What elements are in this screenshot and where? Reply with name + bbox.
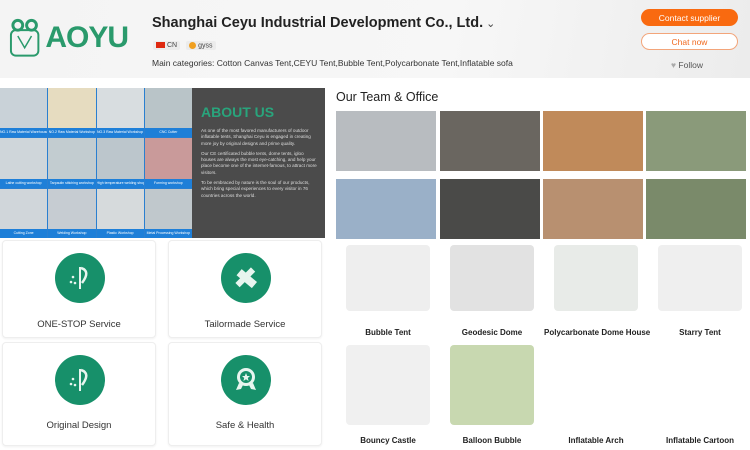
workshop-caption: NO.1 Raw Material Warehouse (0, 128, 48, 138)
service-card[interactable]: Original Design (2, 342, 156, 446)
product-label[interactable]: Polycarbonate Dome House (544, 328, 650, 337)
about-title: ABOUT US (201, 104, 275, 120)
product-label[interactable]: Bouncy Castle (336, 436, 440, 445)
team-photo[interactable] (336, 111, 436, 171)
workshop-caption: CNC Cutter (144, 128, 192, 138)
pen-nib-icon (55, 253, 105, 303)
workshop-photo: NO.2 Raw Material Workshop (48, 88, 96, 138)
product-image[interactable] (450, 345, 534, 425)
contact-supplier-button[interactable]: Contact supplier (641, 9, 738, 26)
team-office-title: Our Team & Office (336, 90, 439, 104)
heart-icon: ♥ (671, 60, 677, 70)
service-label: Tailormade Service (204, 319, 286, 330)
workshop-photo: Tarpaulin stitching workshop (48, 138, 96, 188)
years-badge-text: gyss (198, 42, 213, 50)
workshop-photo: NO.1 Raw Material Warehouse (0, 88, 48, 138)
workshop-caption: Plastic Workshop (96, 228, 144, 238)
workshop-photo: Metal Processing Workshop (144, 188, 192, 238)
workshop-caption: High temperature welding shop (96, 178, 144, 188)
product-image[interactable] (554, 345, 638, 425)
about-paragraph: To be embraced by nature is the soul of … (201, 180, 310, 198)
company-logo[interactable]: AOYU (8, 16, 129, 60)
product-item[interactable]: Inflatable Cartoon (648, 345, 750, 445)
workshop-photo: Cutting Zone (0, 188, 48, 238)
country-badge: CN (153, 41, 181, 51)
country-code: CN (167, 42, 178, 50)
workshop-caption: NO.2 Raw Material Workshop (48, 128, 96, 138)
service-card[interactable]: ONE-STOP Service (2, 240, 156, 338)
workshop-photo: Forming workshop (144, 138, 192, 188)
product-item[interactable]: Balloon Bubble (440, 345, 544, 445)
team-photo[interactable] (646, 179, 746, 239)
team-photo[interactable] (336, 179, 436, 239)
product-label[interactable]: Inflatable Cartoon (648, 436, 750, 445)
workshop-photo: NO.3 Raw Material Workshop (96, 88, 144, 138)
workshop-photo-grid: NO.1 Raw Material Warehouse NO.2 Raw Mate… (0, 88, 192, 238)
workshop-photo: CNC Cutter (144, 88, 192, 138)
product-label[interactable]: Geodesic Dome (440, 328, 544, 337)
store-header: AOYU Shanghai Ceyu Industrial Developmen… (0, 0, 750, 78)
product-item[interactable]: Bouncy Castle (336, 345, 440, 445)
product-label[interactable]: Inflatable Arch (544, 436, 648, 445)
team-photo[interactable] (440, 111, 540, 171)
product-item[interactable]: Inflatable Arch (544, 345, 648, 445)
product-label[interactable]: Bubble Tent (336, 328, 440, 337)
product-item[interactable]: Polycarbonate Dome House (544, 245, 650, 337)
workshop-caption: Welding Workshop (48, 228, 96, 238)
gold-medal-icon (189, 42, 197, 49)
about-paragraph: Our CE certificated bubble tents, dome t… (201, 150, 317, 175)
service-label: Original Design (46, 420, 112, 431)
workshop-photo: High temperature welding shop (96, 138, 144, 188)
award-medal-icon (221, 355, 271, 405)
product-label[interactable]: Starry Tent (648, 328, 750, 337)
product-item[interactable]: Starry Tent (648, 245, 750, 337)
company-name[interactable]: Shanghai Ceyu Industrial Development Co.… (152, 15, 495, 31)
product-image[interactable] (554, 245, 638, 311)
service-label: Safe & Health (215, 420, 275, 431)
follow-label: Follow (678, 60, 703, 70)
about-banner: NO.1 Raw Material Warehouse NO.2 Raw Mate… (0, 88, 325, 238)
workshop-photo: Lathe cutting workshop (0, 138, 48, 188)
logo-mark-icon (9, 18, 40, 57)
product-image[interactable] (450, 245, 534, 311)
pen-nib-icon (55, 355, 105, 405)
workshop-caption: Forming workshop (144, 178, 192, 188)
main-categories: Main categories: Cotton Canvas Tent,CEYU… (152, 58, 513, 68)
service-card[interactable]: Safe & Health (168, 342, 322, 446)
about-panel: ABOUT US As one of the most favored manu… (192, 88, 325, 238)
team-photo[interactable] (543, 179, 643, 239)
pencil-ruler-icon (221, 253, 271, 303)
service-label: ONE-STOP Service (37, 319, 121, 330)
chevron-down-icon[interactable]: ⌄ (486, 18, 495, 30)
chat-now-button[interactable]: Chat now (641, 33, 738, 50)
follow-button[interactable]: ♥ Follow (671, 60, 703, 70)
logo-text: AOYU (45, 21, 129, 54)
product-image[interactable] (658, 345, 742, 425)
workshop-photo: Welding Workshop (48, 188, 96, 238)
workshop-caption: Lathe cutting workshop (0, 178, 48, 188)
china-flag-icon (156, 42, 165, 49)
workshop-caption: Metal Processing Workshop (144, 228, 192, 238)
gold-supplier-badge: gyss (186, 41, 216, 51)
service-card[interactable]: Tailormade Service (168, 240, 322, 338)
product-image[interactable] (346, 345, 430, 425)
product-image[interactable] (346, 245, 430, 311)
team-photo[interactable] (543, 111, 643, 171)
product-image[interactable] (658, 245, 742, 311)
workshop-caption: Tarpaulin stitching workshop (48, 178, 96, 188)
product-item[interactable]: Bubble Tent (336, 245, 440, 337)
badges: CN gyss (153, 41, 216, 51)
product-item[interactable]: Geodesic Dome (440, 245, 544, 337)
workshop-caption: NO.3 Raw Material Workshop (96, 128, 144, 138)
team-photo[interactable] (440, 179, 540, 239)
product-label[interactable]: Balloon Bubble (440, 436, 544, 445)
workshop-photo: Plastic Workshop (96, 188, 144, 238)
team-photo[interactable] (646, 111, 746, 171)
about-paragraph: As one of the most favored manufacturers… (201, 128, 311, 146)
company-name-text: Shanghai Ceyu Industrial Development Co.… (152, 15, 484, 31)
workshop-caption: Cutting Zone (0, 228, 48, 238)
